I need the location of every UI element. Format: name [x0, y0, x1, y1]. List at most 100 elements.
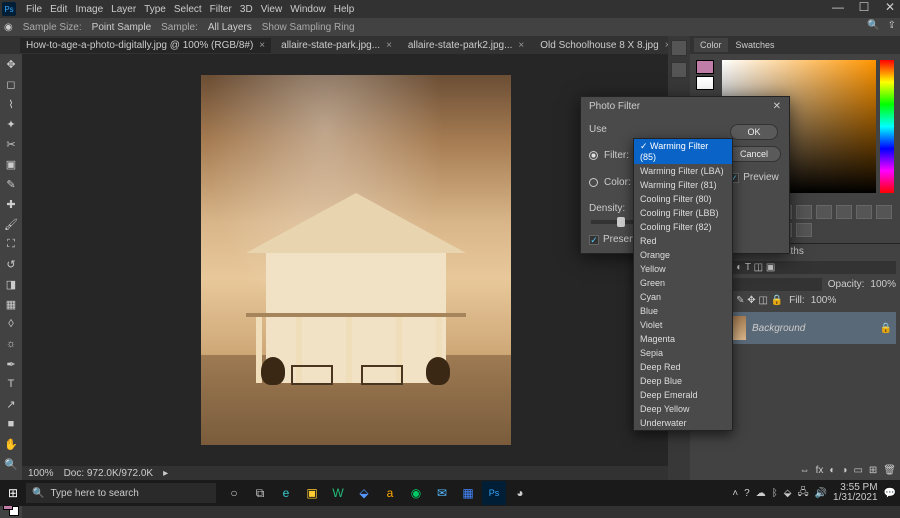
dropdown-item[interactable]: Sepia: [634, 346, 732, 360]
start-button[interactable]: ⊞: [0, 480, 26, 506]
tab-0[interactable]: How-to-age-a-photo-digitally.jpg @ 100% …: [20, 38, 271, 53]
marquee-tool[interactable]: ◻: [3, 76, 19, 92]
cortana-icon[interactable]: ○: [222, 481, 246, 505]
opacity-value[interactable]: 100%: [870, 279, 896, 290]
zoom-level[interactable]: 100%: [28, 468, 54, 479]
zoom-tool[interactable]: 🔍: [3, 456, 19, 472]
dropdown-item[interactable]: Yellow: [634, 262, 732, 276]
menu-3d[interactable]: 3D: [240, 4, 253, 15]
tray-bluetooth-icon[interactable]: ᛒ: [772, 488, 778, 499]
filter-dropdown[interactable]: Warming Filter (85) Warming Filter (LBA)…: [633, 138, 733, 431]
menu-window[interactable]: Window: [290, 4, 326, 15]
share-icon[interactable]: ⇪: [888, 20, 896, 31]
dropdown-item[interactable]: Deep Yellow: [634, 402, 732, 416]
tray-cloud-icon[interactable]: ☁: [756, 488, 766, 499]
menu-file[interactable]: File: [26, 4, 42, 15]
move-tool[interactable]: ✥: [3, 56, 19, 72]
cancel-button[interactable]: Cancel: [727, 146, 781, 162]
tripadvisor-icon[interactable]: ◉: [404, 481, 428, 505]
explorer-icon[interactable]: ▣: [300, 481, 324, 505]
trash-icon[interactable]: 🗑: [883, 465, 896, 476]
heal-tool[interactable]: ✚: [3, 196, 19, 212]
maximize-button[interactable]: ☐: [858, 2, 870, 14]
lasso-tool[interactable]: ⌇: [3, 96, 19, 112]
tab-close-icon[interactable]: ×: [259, 40, 265, 51]
app-icon[interactable]: ▦: [456, 481, 480, 505]
status-chevron-icon[interactable]: ▸: [163, 468, 168, 479]
wand-tool[interactable]: ✦: [3, 116, 19, 132]
adj-icon[interactable]: [856, 205, 872, 219]
brush-tool[interactable]: 🖌: [3, 216, 19, 232]
color-radio[interactable]: [589, 178, 598, 187]
dropdown-item[interactable]: Deep Emerald: [634, 388, 732, 402]
filter-radio[interactable]: [589, 151, 598, 160]
hand-tool[interactable]: ✋: [3, 436, 19, 452]
sample-size-value[interactable]: Point Sample: [92, 22, 151, 33]
photoshop-icon[interactable]: Ps: [482, 481, 506, 505]
new-layer-icon[interactable]: ⊞: [869, 465, 877, 476]
menu-layer[interactable]: Layer: [111, 4, 136, 15]
mail-icon[interactable]: ✉: [430, 481, 454, 505]
mask-icon[interactable]: ◐: [829, 465, 835, 476]
menu-help[interactable]: Help: [334, 4, 355, 15]
dropdown-item[interactable]: Green: [634, 276, 732, 290]
tab-1[interactable]: allaire-state-park.jpg...×: [275, 38, 398, 53]
menu-select[interactable]: Select: [174, 4, 202, 15]
dropbox-icon[interactable]: ⬙: [352, 481, 376, 505]
dropdown-item[interactable]: Deep Blue: [634, 374, 732, 388]
menu-type[interactable]: Type: [144, 4, 166, 15]
dropdown-item[interactable]: Cooling Filter (80): [634, 192, 732, 206]
dropdown-item[interactable]: Warming Filter (LBA): [634, 164, 732, 178]
tray-volume-icon[interactable]: 🔊: [815, 488, 827, 499]
lock-icon[interactable]: 🔒: [880, 323, 892, 334]
word-icon[interactable]: W: [326, 481, 350, 505]
dropdown-item[interactable]: Warming Filter (81): [634, 178, 732, 192]
tray-chevron-icon[interactable]: ˄: [732, 488, 738, 499]
fx-icon[interactable]: fx: [816, 465, 824, 476]
tray-dropbox-icon[interactable]: ⬙: [784, 488, 792, 499]
preview-checkbox[interactable]: ✓ Preview: [729, 172, 779, 183]
dropdown-item[interactable]: Deep Red: [634, 360, 732, 374]
adj-icon[interactable]: [816, 205, 832, 219]
hue-slider[interactable]: [880, 60, 894, 193]
tab-close-icon[interactable]: ×: [518, 40, 524, 51]
gradient-tool[interactable]: ▦: [3, 296, 19, 312]
chrome-icon[interactable]: ◕: [508, 481, 532, 505]
frame-tool[interactable]: ▣: [3, 156, 19, 172]
amazon-icon[interactable]: a: [378, 481, 402, 505]
dropdown-item[interactable]: Underwater: [634, 416, 732, 430]
shape-tool[interactable]: ■: [3, 416, 19, 432]
show-sampling-ring[interactable]: Show Sampling Ring: [262, 22, 355, 33]
collapsed-panel-icon[interactable]: [671, 40, 687, 56]
foreground-swatch[interactable]: [696, 60, 714, 74]
dodge-tool[interactable]: ☼: [3, 336, 19, 352]
taskbar-clock[interactable]: 3:55 PM 1/31/2021: [833, 483, 878, 503]
crop-tool[interactable]: ✂: [3, 136, 19, 152]
eyedropper-tool[interactable]: ✎: [3, 176, 19, 192]
taskbar-search[interactable]: 🔍 Type here to search: [26, 483, 216, 503]
tab-color[interactable]: Color: [694, 38, 728, 52]
dropdown-item[interactable]: Warming Filter (85): [634, 139, 732, 164]
tab-3[interactable]: Old Schoolhouse 8 X 8.jpg×: [534, 38, 676, 53]
notifications-icon[interactable]: 💬: [884, 488, 896, 499]
dropdown-item[interactable]: Cyan: [634, 290, 732, 304]
adj-icon[interactable]: [836, 205, 852, 219]
group-icon[interactable]: ▭: [853, 465, 862, 476]
dropdown-item[interactable]: Orange: [634, 248, 732, 262]
adj-icon[interactable]: [876, 205, 892, 219]
collapsed-panel-icon[interactable]: [671, 62, 687, 78]
dropdown-item[interactable]: Violet: [634, 318, 732, 332]
tab-swatches[interactable]: Swatches: [730, 38, 781, 52]
stamp-tool[interactable]: ⛶: [3, 236, 19, 252]
tray-network-icon[interactable]: 🖧: [797, 485, 808, 502]
tab-close-icon[interactable]: ×: [386, 40, 392, 51]
ok-button[interactable]: OK: [730, 124, 778, 140]
menu-edit[interactable]: Edit: [50, 4, 67, 15]
blur-tool[interactable]: ◊: [3, 316, 19, 332]
dropdown-item[interactable]: Red: [634, 234, 732, 248]
minimize-button[interactable]: —: [832, 2, 844, 14]
dropdown-item[interactable]: Blue: [634, 304, 732, 318]
link-icon[interactable]: ⇔: [800, 465, 810, 476]
path-tool[interactable]: ↗: [3, 396, 19, 412]
taskview-icon[interactable]: ⧉: [248, 481, 272, 505]
